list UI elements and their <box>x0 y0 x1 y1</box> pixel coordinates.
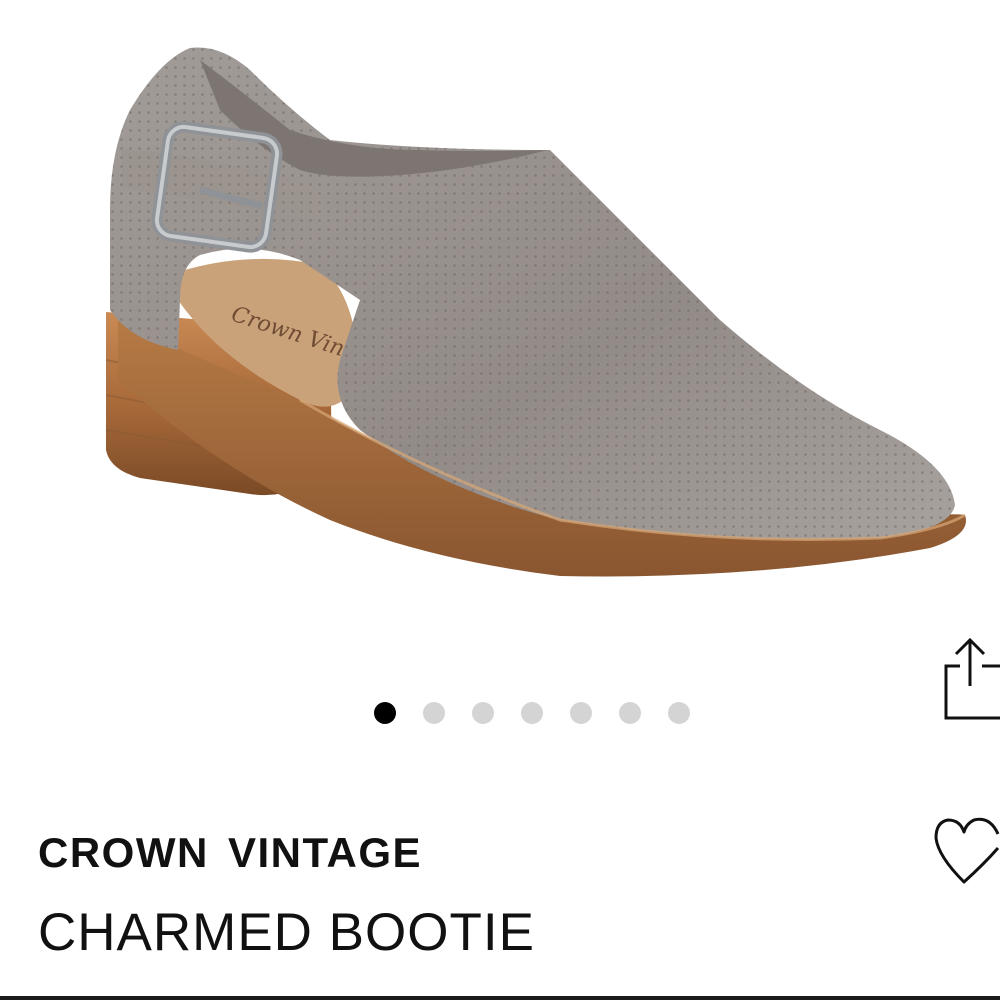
carousel-dot-3[interactable] <box>471 702 494 724</box>
carousel-dot-6[interactable] <box>618 702 641 724</box>
bottom-divider <box>0 996 1000 1000</box>
carousel-dot-1[interactable] <box>373 702 396 724</box>
shoe-illustration: Crown Vintage <box>105 47 966 577</box>
carousel-dot-4[interactable] <box>520 702 543 724</box>
product-brand[interactable]: CROWN VINTAGE <box>38 828 422 878</box>
heart-icon <box>934 817 1000 884</box>
image-carousel-dots <box>0 702 1000 726</box>
carousel-dot-5[interactable] <box>569 702 592 724</box>
carousel-dot-2[interactable] <box>422 702 445 724</box>
carousel-dot-7[interactable] <box>667 702 690 724</box>
favorite-button[interactable] <box>934 812 1000 892</box>
product-name: CHARMED BOOTIE <box>38 903 535 962</box>
product-image[interactable]: Crown Vintage <box>0 0 1000 640</box>
